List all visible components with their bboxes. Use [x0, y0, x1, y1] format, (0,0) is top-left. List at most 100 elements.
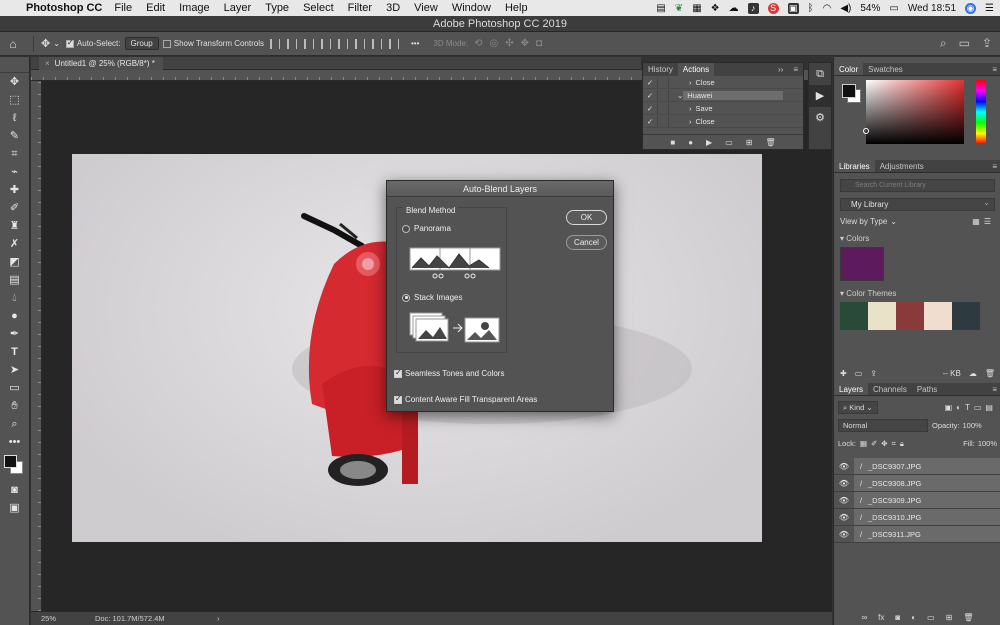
- action-row[interactable]: ✓ › Close: [643, 115, 803, 128]
- checkmark-icon[interactable]: ✓: [643, 91, 657, 100]
- align-middle-icon[interactable]: [355, 38, 365, 49]
- edit-toolbar-icon[interactable]: •••: [0, 433, 29, 451]
- roll-3d-icon[interactable]: ◎: [489, 38, 498, 49]
- move-tool-icon[interactable]: ✥: [0, 73, 29, 91]
- wifi-icon[interactable]: ◠: [823, 3, 832, 14]
- tab-history[interactable]: History: [643, 63, 678, 76]
- content-aware-checkbox-row[interactable]: Content Aware Fill Transparent Areas: [394, 394, 537, 404]
- colors-section-header[interactable]: ▾ Colors: [840, 234, 995, 243]
- close-icon[interactable]: ×: [45, 59, 50, 68]
- menu-type[interactable]: Type: [265, 2, 289, 14]
- menu-window[interactable]: Window: [452, 2, 491, 14]
- filter-kind-dropdown[interactable]: ⌕ Kind ⌄: [838, 401, 878, 414]
- chevron-down-icon[interactable]: ⌄: [53, 39, 60, 48]
- blend-mode-dropdown[interactable]: Normal: [838, 419, 928, 432]
- fill-input[interactable]: 100%: [978, 439, 997, 448]
- stop-icon[interactable]: ■: [670, 138, 675, 147]
- upload-icon[interactable]: ⇪: [870, 369, 877, 378]
- app-menu[interactable]: Photoshop CC: [26, 2, 102, 14]
- drag-3d-icon[interactable]: ✣: [505, 38, 513, 49]
- layer-row[interactable]: 👁︎ / _DSC9311.JPG: [834, 526, 1000, 543]
- action-row[interactable]: ✓ › Close: [643, 76, 803, 89]
- path-select-tool-icon[interactable]: ➤: [0, 361, 29, 379]
- align-right-icon[interactable]: [304, 38, 314, 49]
- bluetooth-icon[interactable]: ᛒ: [808, 3, 814, 14]
- cancel-button[interactable]: Cancel: [566, 235, 607, 250]
- align-bottom-icon[interactable]: [372, 38, 382, 49]
- tab-adjustments[interactable]: Adjustments: [875, 160, 929, 172]
- music-tray-icon[interactable]: ♪: [747, 2, 759, 14]
- more-options-icon[interactable]: •••: [411, 39, 419, 48]
- layers-tray-icon[interactable]: ▤: [656, 3, 665, 14]
- align-center-icon[interactable]: [287, 38, 297, 49]
- radio-button[interactable]: [402, 224, 410, 233]
- grid-tray-icon[interactable]: ▦: [692, 3, 701, 14]
- layer-row[interactable]: 👁︎ / _DSC9307.JPG: [834, 458, 1000, 475]
- library-select[interactable]: My Library: [840, 197, 995, 211]
- crop-tool-icon[interactable]: ⌗: [0, 145, 29, 163]
- zoom-level[interactable]: 25%: [41, 612, 56, 625]
- workspace-icon[interactable]: ▭: [959, 36, 970, 51]
- battery-percent[interactable]: 54%: [860, 3, 880, 14]
- seamless-tones-checkbox[interactable]: [394, 368, 402, 378]
- marquee-tool-icon[interactable]: ⬚: [0, 91, 29, 109]
- play-icon[interactable]: ▶: [706, 138, 712, 147]
- align-top-icon[interactable]: [338, 38, 348, 49]
- auto-select-checkbox[interactable]: [65, 38, 74, 48]
- panel-menu-icon[interactable]: ≡: [987, 63, 1000, 75]
- lock-icons[interactable]: ▦✐✥⌗🔒︎: [860, 439, 908, 449]
- vertical-ruler[interactable]: [31, 81, 42, 611]
- type-tool-icon[interactable]: T: [0, 343, 29, 361]
- zoom-tool-icon[interactable]: ⌕: [0, 415, 29, 433]
- eye-icon[interactable]: 👁︎: [834, 530, 854, 539]
- gradient-tool-icon[interactable]: ▤: [0, 271, 29, 289]
- content-aware-checkbox[interactable]: [394, 394, 402, 404]
- folder-icon[interactable]: ▭: [855, 369, 863, 378]
- color-picker-handle[interactable]: [863, 128, 869, 134]
- checkmark-icon[interactable]: ✓: [643, 117, 657, 126]
- clock[interactable]: Wed 18:51: [908, 3, 956, 14]
- user-avatar-icon[interactable]: ◉: [965, 2, 977, 14]
- slide-3d-icon[interactable]: ✥: [521, 38, 529, 49]
- link-icon[interactable]: ∞: [861, 613, 867, 622]
- chevron-right-icon[interactable]: ›: [217, 612, 220, 625]
- new-action-icon[interactable]: ⊞: [746, 138, 753, 147]
- tab-actions[interactable]: Actions: [677, 63, 715, 76]
- foreground-color-swatch[interactable]: [4, 455, 17, 468]
- grid-view-icon[interactable]: ▦☰: [972, 217, 995, 226]
- move-tool-icon[interactable]: ✥: [41, 37, 50, 50]
- folder-icon[interactable]: ▭: [927, 613, 935, 622]
- dodge-tool-icon[interactable]: ●: [0, 307, 29, 325]
- share-icon[interactable]: ⇪: [982, 36, 992, 51]
- history-panel-icon[interactable]: ⧉: [809, 63, 831, 85]
- align-left-icon[interactable]: [270, 38, 280, 49]
- record-icon[interactable]: ●: [688, 138, 693, 147]
- action-row[interactable]: ✓ ⌄ Huawei: [643, 89, 803, 102]
- trash-icon[interactable]: 🗑︎: [985, 369, 995, 378]
- eyedropper-tool-icon[interactable]: ⌁: [0, 163, 29, 181]
- view-by-dropdown[interactable]: View by Type: [840, 217, 887, 226]
- camera-3d-icon[interactable]: ◘: [536, 38, 542, 49]
- menu-3d[interactable]: 3D: [386, 2, 400, 14]
- trash-icon[interactable]: 🗑︎: [963, 613, 973, 622]
- layer-row[interactable]: 👁︎ / _DSC9310.JPG: [834, 509, 1000, 526]
- battery-icon[interactable]: ▭: [889, 3, 898, 14]
- menu-edit[interactable]: Edit: [146, 2, 165, 14]
- screen-mode-icon[interactable]: ▣: [0, 499, 29, 517]
- library-search-input[interactable]: Search Current Library: [840, 179, 995, 192]
- tools-panel-grip[interactable]: [0, 57, 29, 73]
- tab-layers[interactable]: Layers: [834, 383, 869, 395]
- pen-tool-icon[interactable]: ✒: [0, 325, 29, 343]
- folder-icon[interactable]: ▭: [725, 138, 733, 147]
- display-tray-icon[interactable]: ▣: [787, 2, 799, 14]
- hand-tool-icon[interactable]: ✋︎: [0, 397, 29, 415]
- quick-select-tool-icon[interactable]: ✎: [0, 127, 29, 145]
- trash-icon[interactable]: 🗑︎: [765, 138, 775, 147]
- color-theme[interactable]: [840, 302, 1000, 330]
- layer-row[interactable]: 👁︎ / _DSC9308.JPG: [834, 475, 1000, 492]
- action-row[interactable]: ✓ › Save: [643, 102, 803, 115]
- leaf-tray-icon[interactable]: ❦: [675, 3, 683, 14]
- seamless-tones-checkbox-row[interactable]: Seamless Tones and Colors: [394, 368, 504, 378]
- home-icon[interactable]: ⌂: [0, 37, 26, 51]
- checkmark-icon[interactable]: ✓: [643, 78, 657, 87]
